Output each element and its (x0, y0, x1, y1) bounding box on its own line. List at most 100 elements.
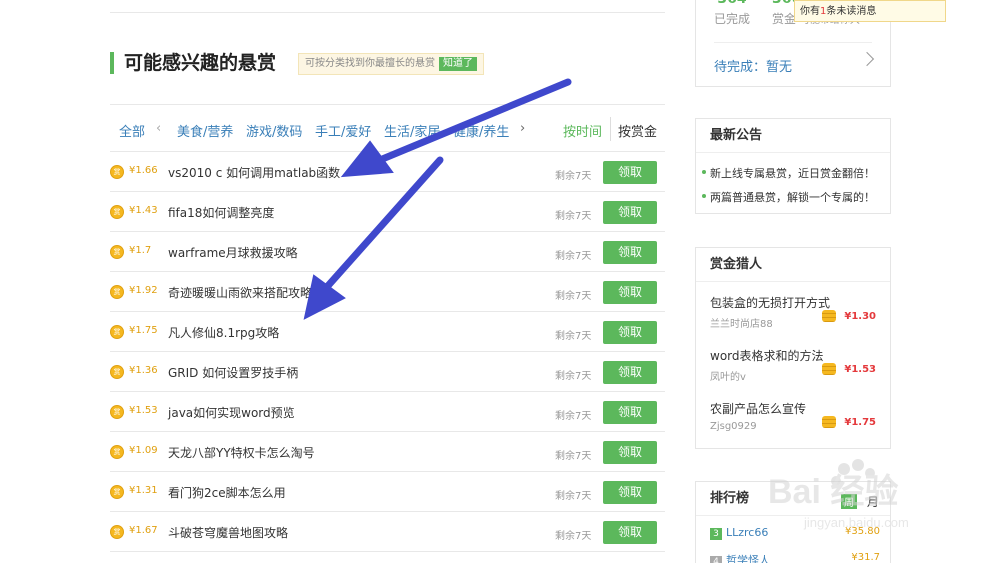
claim-button[interactable]: 领取 (603, 441, 657, 464)
time-remaining: 剩余7天 (555, 451, 592, 462)
hunter-item[interactable]: 农副产品怎么宣传 Zjsg0929 ¥1.75 (710, 400, 882, 432)
hint-dismiss-button[interactable]: 知道了 (439, 57, 477, 71)
claim-button[interactable]: 领取 (603, 361, 657, 384)
hint-text: 可按分类找到你最擅长的悬赏 (305, 58, 435, 69)
time-remaining: 剩余7天 (555, 251, 592, 262)
time-remaining: 剩余7天 (555, 291, 592, 302)
coin-icon: 赏 (110, 325, 124, 339)
coin-icon: 赏 (110, 365, 124, 379)
category-all[interactable]: 全部 (119, 121, 145, 140)
announcement-item[interactable]: 新上线专属悬赏，近日赏金翻倍！ (702, 165, 875, 181)
claim-button[interactable]: 领取 (603, 401, 657, 424)
hunter-item[interactable]: word表格求和的方法 凤叶的v ¥1.53 (710, 347, 882, 383)
stats-divider (714, 42, 872, 43)
category-hint: 可按分类找到你最擅长的悬赏 知道了 (298, 53, 484, 75)
list-item: 赏 ¥1.09 天龙八部YY特权卡怎么淘号 剩余7天 领取 (110, 432, 665, 472)
question-title[interactable]: 斗破苍穹魔兽地图攻略 (168, 524, 288, 541)
bounty-hunters-title: 赏金猎人 (696, 248, 890, 282)
time-remaining: 剩余7天 (555, 211, 592, 222)
coin-icon: 赏 (110, 205, 124, 219)
watermark-brand: Bai 经验 (768, 472, 898, 511)
time-remaining: 剩余7天 (555, 491, 592, 502)
category-bar: 全部 ‹ 美食/营养 游戏/数码 手工/爱好 生活/家居 健康/养生 › 按时间… (110, 104, 665, 152)
rank-number: 4 (710, 556, 722, 563)
bounty-price: ¥1.92 (129, 285, 158, 296)
claim-button[interactable]: 领取 (603, 481, 657, 504)
hunter-question: 农副产品怎么宣传 (710, 402, 807, 416)
category-crafts[interactable]: 手工/爱好 (315, 121, 371, 140)
category-health[interactable]: 健康/养生 (453, 121, 509, 140)
question-title[interactable]: warframe月球救援攻略 (168, 244, 298, 261)
baidu-jingyan-watermark: Bai 经验 jingyan.baidu.com (768, 459, 909, 530)
list-item: 赏 ¥1.53 java如何实现word预览 剩余7天 领取 (110, 392, 665, 432)
bounty-price: ¥1.09 (129, 445, 158, 456)
list-item: 赏 ¥1.92 奇迹暖暖山雨欲来搭配攻略 剩余7天 领取 (110, 272, 665, 312)
question-title[interactable]: fifa18如何调整亮度 (168, 204, 274, 221)
completed-label: 已完成 (714, 12, 751, 26)
list-item: 赏 ¥1.66 vs2010 c 如何调用matlab函数 剩余7天 领取 (110, 152, 665, 192)
rank-number: 3 (710, 528, 722, 540)
hunter-amount: ¥1.30 (844, 311, 876, 322)
question-title[interactable]: java如何实现word预览 (168, 404, 295, 421)
time-remaining: 剩余7天 (555, 171, 592, 182)
top-divider (110, 12, 665, 13)
time-remaining: 剩余7天 (555, 331, 592, 342)
bounty-price: ¥1.66 (129, 165, 158, 176)
announcement-panel: 最新公告 新上线专属悬赏，近日赏金翻倍！ 两篇普通悬赏，解锁一个专属的！ (695, 118, 891, 214)
chevron-right-icon[interactable]: › (520, 121, 525, 136)
coin-icon: 赏 (110, 165, 124, 179)
category-home[interactable]: 生活/家居 (384, 121, 440, 140)
hunter-item[interactable]: 包装盒的无损打开方式 兰兰时尚店88 ¥1.30 (710, 294, 882, 330)
bounty-price: ¥1.75 (129, 325, 158, 336)
claim-button[interactable]: 领取 (603, 321, 657, 344)
coin-stack-icon (822, 363, 836, 375)
claim-button[interactable]: 领取 (603, 281, 657, 304)
unread-message-toast[interactable]: 你有1条未读消息 (794, 0, 946, 22)
bounty-price: ¥1.67 (129, 525, 158, 536)
claim-button[interactable]: 领取 (603, 161, 657, 184)
list-item: 赏 ¥1.75 凡人修仙8.1rpg攻略 剩余7天 领取 (110, 312, 665, 352)
ranking-item[interactable]: 4 哲学怪人 ¥31.7 (710, 552, 890, 563)
coin-stack-icon (822, 416, 836, 428)
claim-button[interactable]: 领取 (603, 241, 657, 264)
question-title[interactable]: GRID 如何设置罗技手柄 (168, 364, 298, 381)
rank-amount: ¥31.7 (851, 552, 880, 563)
coin-icon: 赏 (110, 445, 124, 459)
coin-icon: 赏 (110, 405, 124, 419)
bounty-price: ¥1.43 (129, 205, 158, 216)
pending-link[interactable]: 待完成：暂无 (714, 56, 792, 75)
sort-by-bounty[interactable]: 按赏金 (618, 121, 657, 140)
completed-stat: 364 已完成 (714, 0, 750, 27)
coin-icon: 赏 (110, 245, 124, 259)
list-item: 赏 ¥1.36 GRID 如何设置罗技手柄 剩余7天 领取 (110, 352, 665, 392)
bounty-price: ¥1.31 (129, 485, 158, 496)
hunter-amount: ¥1.53 (844, 364, 876, 375)
sort-by-time[interactable]: 按时间 (563, 121, 602, 140)
question-title[interactable]: 凡人修仙8.1rpg攻略 (168, 324, 279, 341)
question-title[interactable]: 奇迹暖暖山雨欲来搭配攻略 (168, 284, 312, 301)
sort-divider (610, 117, 611, 141)
coin-icon: 赏 (110, 525, 124, 539)
question-title[interactable]: vs2010 c 如何调用matlab函数 (168, 164, 340, 181)
chevron-right-icon[interactable] (859, 51, 875, 67)
coin-stack-icon (822, 310, 836, 322)
question-title[interactable]: 天龙八部YY特权卡怎么淘号 (168, 444, 315, 461)
coin-icon: 赏 (110, 485, 124, 499)
time-remaining: 剩余7天 (555, 411, 592, 422)
category-games[interactable]: 游戏/数码 (246, 121, 302, 140)
question-title[interactable]: 看门狗2ce脚本怎么用 (168, 484, 286, 501)
bounty-list: 赏 ¥1.66 vs2010 c 如何调用matlab函数 剩余7天 领取 赏 … (110, 152, 665, 552)
claim-button[interactable]: 领取 (603, 521, 657, 544)
list-item: 赏 ¥1.43 fifa18如何调整亮度 剩余7天 领取 (110, 192, 665, 232)
toast-suffix: 条未读消息 (826, 6, 877, 17)
list-item: 赏 ¥1.31 看门狗2ce脚本怎么用 剩余7天 领取 (110, 472, 665, 512)
section-title: 可能感兴趣的悬赏 (110, 52, 276, 74)
chevron-left-icon[interactable]: ‹ (156, 121, 161, 136)
watermark-url: jingyan.baidu.com (803, 515, 909, 530)
list-item: 赏 ¥1.7 warframe月球救援攻略 剩余7天 领取 (110, 232, 665, 272)
claim-button[interactable]: 领取 (603, 201, 657, 224)
time-remaining: 剩余7天 (555, 531, 592, 542)
category-food[interactable]: 美食/营养 (177, 121, 233, 140)
bounty-label: 赏金 (772, 12, 797, 26)
announcement-item[interactable]: 两篇普通悬赏，解锁一个专属的！ (702, 189, 875, 205)
